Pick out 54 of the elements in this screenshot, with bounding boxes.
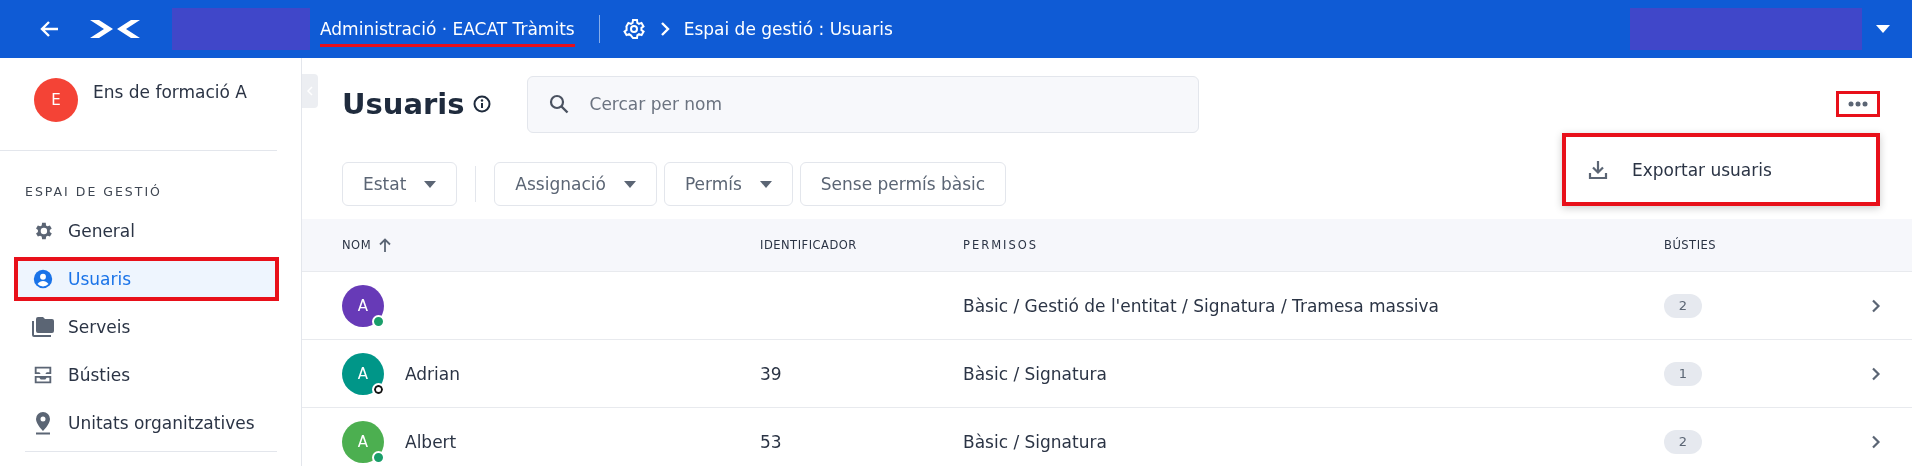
table-cell: Bàsic / Gestió de l'entitat / Signatura / Tramesa massiva [963,295,1439,316]
gear-icon[interactable] [621,17,646,41]
chevron-right-icon [659,22,670,36]
user-icon [32,268,54,290]
page-title: Usuaris [342,87,465,121]
chevron-right-icon[interactable] [1871,434,1881,449]
column-header[interactable]: BÚSTIES [1664,238,1717,252]
download-icon [1588,159,1608,180]
info-icon[interactable] [472,95,491,113]
section-heading: ESPAI DE GESTIÓ [24,183,163,201]
filter-button[interactable]: Sense permís bàsic [799,162,1007,206]
count-badge: 1 [1664,361,1702,386]
more-icon [1848,101,1868,107]
sidebar-item[interactable]: Serveis [14,305,279,349]
entity-avatar: E [34,78,78,122]
table-cell: Bàsic / Signatura [963,363,1107,384]
sidebar-item[interactable]: General [14,209,279,253]
search-icon [548,93,569,114]
table-cell: Bàsic / Signatura [963,431,1107,452]
column-header[interactable]: NOM [342,238,372,252]
column-header[interactable]: PERMISOS [963,238,1039,252]
search-field[interactable]: Cercar per nom [526,75,1199,133]
chevron-right-icon[interactable] [1871,298,1881,313]
entity-name: Ens de formació A [93,82,247,102]
filter-button[interactable]: Estat [342,162,458,206]
caret-down-icon [424,180,437,188]
filter-button[interactable]: Assignació [494,162,657,206]
more-button[interactable] [1836,91,1880,117]
count-badge: 2 [1664,293,1702,318]
folder-icon [31,316,55,338]
chevron-right-icon[interactable] [1871,366,1881,381]
filter-button[interactable]: Permís [663,162,793,206]
app-title: Administració · EACAT Tràmits [320,17,575,47]
sidebar-item[interactable]: Usuaris [14,257,279,301]
sidebar-item[interactable]: Unitats organitzatives [14,401,279,445]
table-cell: 39 [760,363,782,384]
user-name: Albert [405,431,457,452]
user-avatar: A [342,352,384,395]
inbox-icon [32,364,54,386]
sidebar-item[interactable]: Bústies [14,353,279,397]
logo-icon[interactable] [90,17,140,41]
table-cell: 53 [760,431,782,452]
caret-down-icon [623,180,636,188]
sort-arrow-icon[interactable] [379,238,392,252]
caret-down-icon [759,180,772,188]
user-name: Adrian [405,363,461,384]
user-avatar: A [342,284,384,327]
back-arrow-icon[interactable] [40,19,60,39]
count-badge: 2 [1664,429,1702,454]
menu-item[interactable]: Exportar usuaris [1566,159,1772,180]
breadcrumb[interactable]: Espai de gestió : Usuaris [683,19,893,39]
caret-down-icon[interactable] [1876,25,1890,33]
user-avatar: A [342,420,384,463]
column-header[interactable]: IDENTIFICADOR [760,238,857,252]
